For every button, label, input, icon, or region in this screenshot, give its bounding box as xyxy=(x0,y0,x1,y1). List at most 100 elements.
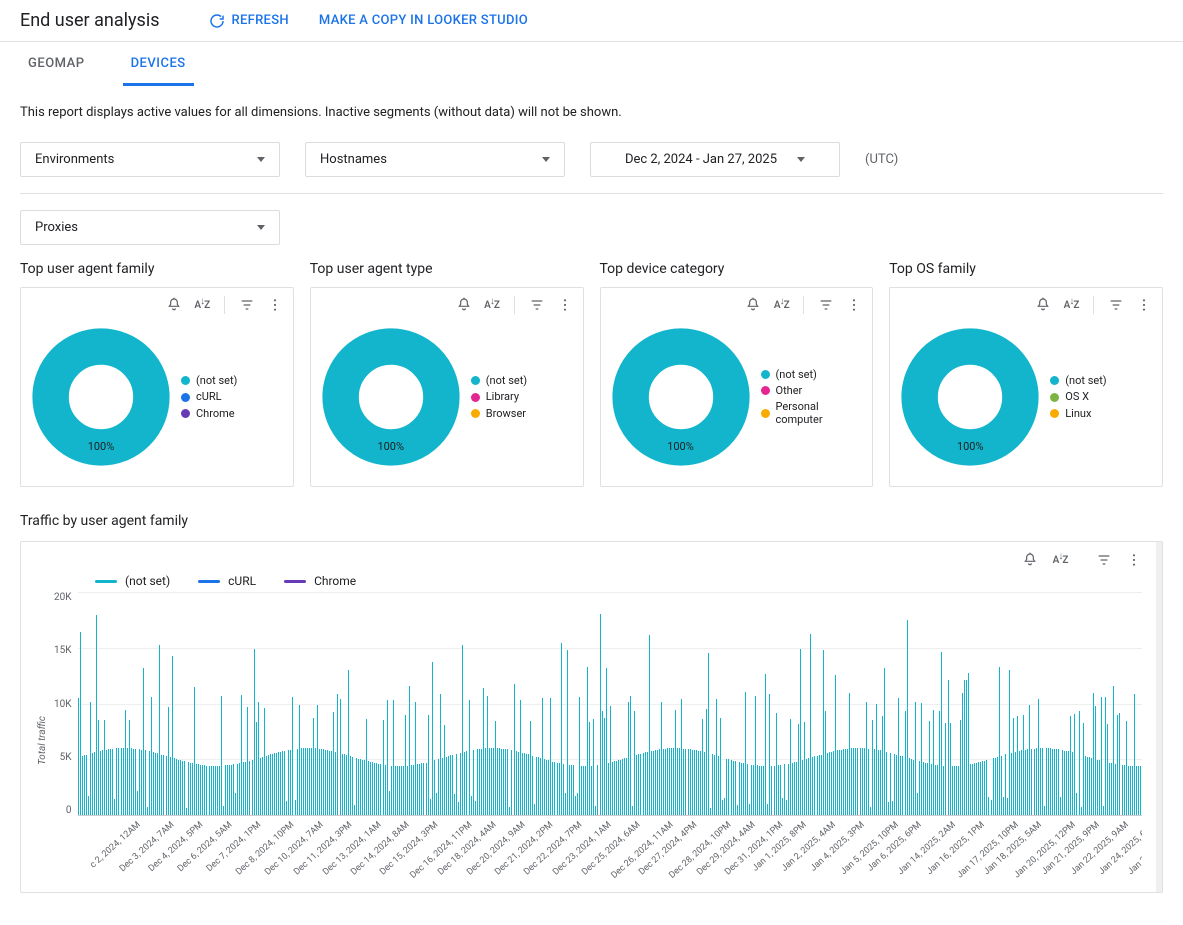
donut-chart[interactable]: 100% xyxy=(31,327,171,467)
donut-percent-label: 100% xyxy=(31,440,171,453)
more-icon[interactable] xyxy=(267,297,283,313)
series-swatch xyxy=(284,580,306,583)
donut-card-title: Top user agent type xyxy=(310,261,584,277)
filters-row-1: Environments Hostnames Dec 2, 2024 - Jan… xyxy=(20,142,1163,177)
donut-legend: (not set) Library Browser xyxy=(471,371,527,423)
filter-icon[interactable] xyxy=(1108,297,1124,313)
legend-dot xyxy=(471,409,480,418)
series-name: cURL xyxy=(228,574,256,588)
filter-icon[interactable] xyxy=(529,297,545,313)
legend-item: cURL xyxy=(181,390,237,403)
alert-icon[interactable] xyxy=(1022,552,1038,568)
traffic-yaxis-title: Total traffic xyxy=(35,592,50,888)
more-icon[interactable] xyxy=(1136,297,1152,313)
legend-item: Chrome xyxy=(181,407,237,420)
sort-az-icon[interactable]: A↓Z xyxy=(1052,552,1068,568)
donut-chart[interactable]: 100% xyxy=(321,327,461,467)
ytick-label: 10K xyxy=(54,699,72,710)
series-legend-item[interactable]: cURL xyxy=(198,574,256,588)
chevron-down-icon xyxy=(257,157,265,162)
proxies-select[interactable]: Proxies xyxy=(20,210,280,245)
divider xyxy=(20,193,1163,194)
donut-card: Top OS family A↓Z 100% (not set) OS X xyxy=(889,261,1163,487)
donut-legend: (not set) OS X Linux xyxy=(1050,371,1106,423)
sort-az-icon[interactable]: A↓Z xyxy=(194,297,210,313)
series-legend-item[interactable]: Chrome xyxy=(284,574,356,588)
more-icon[interactable] xyxy=(557,297,573,313)
series-swatch xyxy=(95,580,117,583)
legend-label: Chrome xyxy=(196,407,235,420)
legend-item: (not set) xyxy=(181,374,237,387)
donut-card: Top user agent family A↓Z 100% (not set)… xyxy=(20,261,294,487)
donut-legend: (not set) cURL Chrome xyxy=(181,371,237,423)
more-icon[interactable] xyxy=(846,297,862,313)
legend-label: (not set) xyxy=(1065,374,1106,387)
legend-item: OS X xyxy=(1050,390,1106,403)
legend-dot xyxy=(761,370,770,379)
alert-icon[interactable] xyxy=(456,297,472,313)
donut-toolbar: A↓Z xyxy=(611,296,863,314)
donut-chart[interactable]: 100% xyxy=(900,327,1040,467)
legend-item: (not set) xyxy=(761,368,863,381)
legend-dot xyxy=(1050,409,1059,418)
traffic-card: A↓Z (not set) cURL Chrome Total traffic … xyxy=(20,541,1163,893)
legend-dot xyxy=(471,393,480,402)
filter-icon[interactable] xyxy=(818,297,834,313)
donut-card-body: A↓Z 100% (not set) Other Personal comput… xyxy=(600,287,874,487)
series-swatch xyxy=(198,580,220,583)
date-range-label: Dec 2, 2024 - Jan 27, 2025 xyxy=(625,152,777,167)
chevron-down-icon xyxy=(797,157,805,162)
tab-devices[interactable]: DEVICES xyxy=(123,42,194,86)
sort-az-icon[interactable]: A↓Z xyxy=(1063,297,1079,313)
donut-card-body: A↓Z 100% (not set) Library Browser xyxy=(310,287,584,487)
legend-item: Linux xyxy=(1050,407,1106,420)
environments-select[interactable]: Environments xyxy=(20,142,280,177)
make-copy-label: MAKE A COPY IN LOOKER STUDIO xyxy=(319,13,528,28)
traffic-section-title: Traffic by user agent family xyxy=(20,513,1163,529)
alert-icon[interactable] xyxy=(166,297,182,313)
series-legend-item[interactable]: (not set) xyxy=(95,574,170,588)
intro-text: This report displays active values for a… xyxy=(20,105,1163,120)
legend-item: Library xyxy=(471,390,527,403)
refresh-button[interactable]: REFRESH xyxy=(209,13,288,29)
donut-percent-label: 100% xyxy=(321,440,461,453)
donut-cards-row: Top user agent family A↓Z 100% (not set)… xyxy=(20,261,1163,487)
filters-row-2: Proxies xyxy=(20,210,1163,245)
traffic-toolbar: A↓Z xyxy=(35,550,1142,570)
chevron-down-icon xyxy=(257,225,265,230)
traffic-xaxis-ticks: c 2, 2024, 12AMDec 3, 2024, 7AMDec 4, 20… xyxy=(78,820,1142,884)
donut-chart[interactable]: 100% xyxy=(611,327,751,467)
traffic-plot[interactable] xyxy=(78,592,1142,816)
environments-label: Environments xyxy=(35,152,114,167)
alert-icon[interactable] xyxy=(745,297,761,313)
utc-label: (UTC) xyxy=(865,152,898,167)
ytick-label: 5K xyxy=(54,752,72,763)
donut-card: Top device category A↓Z 100% (not set) O… xyxy=(600,261,874,487)
tab-geomap[interactable]: GEOMAP xyxy=(20,42,93,86)
legend-label: cURL xyxy=(196,390,222,403)
filter-icon[interactable] xyxy=(1096,552,1112,568)
legend-dot xyxy=(471,376,480,385)
donut-percent-label: 100% xyxy=(611,440,751,453)
sort-az-icon[interactable]: A↓Z xyxy=(484,297,500,313)
page-title: End user analysis xyxy=(20,10,159,31)
hostnames-select[interactable]: Hostnames xyxy=(305,142,565,177)
alert-icon[interactable] xyxy=(1035,297,1051,313)
ytick-label: 15K xyxy=(54,645,72,656)
ytick-label: 20K xyxy=(54,592,72,603)
separator xyxy=(224,296,225,314)
legend-label: Browser xyxy=(486,407,526,420)
content: This report displays active values for a… xyxy=(0,87,1183,911)
make-copy-button[interactable]: MAKE A COPY IN LOOKER STUDIO xyxy=(319,13,528,28)
date-range-select[interactable]: Dec 2, 2024 - Jan 27, 2025 xyxy=(590,142,840,177)
sort-az-icon[interactable]: A↓Z xyxy=(773,297,789,313)
filter-icon[interactable] xyxy=(239,297,255,313)
legend-label: Personal computer xyxy=(776,400,863,426)
legend-item: Browser xyxy=(471,407,527,420)
more-icon[interactable] xyxy=(1126,552,1142,568)
traffic-series-legend: (not set) cURL Chrome xyxy=(35,570,1142,592)
tabs: GEOMAP DEVICES xyxy=(0,42,1183,87)
refresh-icon xyxy=(209,13,225,29)
separator xyxy=(803,296,804,314)
donut-percent-label: 100% xyxy=(900,440,1040,453)
